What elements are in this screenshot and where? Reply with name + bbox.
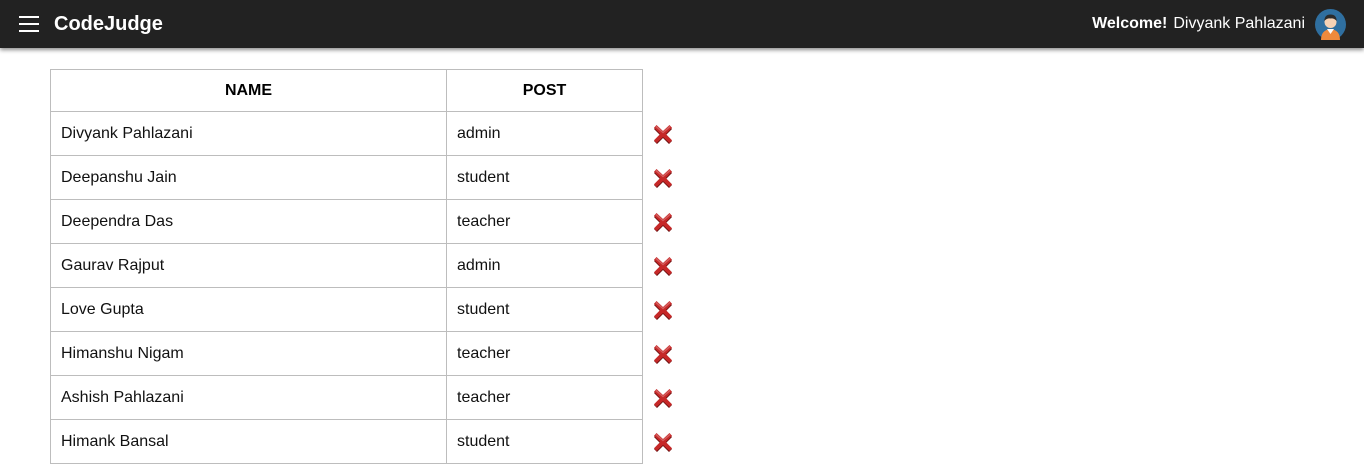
user-post-cell: teacher — [446, 199, 643, 244]
name-column-header: NAME — [50, 69, 447, 112]
table-row: Ashish Pahlazani teacher — [50, 375, 684, 420]
table-row: Divyank Pahlazani admin — [50, 111, 684, 156]
user-post-cell: admin — [446, 111, 643, 156]
user-name-cell: Love Gupta — [50, 287, 447, 332]
welcome-label: Welcome! — [1092, 15, 1168, 32]
user-post-cell: student — [446, 287, 643, 332]
users-panel: NAME POST Divyank Pahlazani admin Deepansh… — [50, 69, 684, 464]
table-row: Himank Bansal student — [50, 419, 684, 464]
user-name-cell: Himanshu Nigam — [50, 331, 447, 376]
action-column-header — [643, 70, 684, 112]
delete-user-button[interactable] — [653, 256, 673, 276]
user-post-cell: teacher — [446, 375, 643, 420]
user-name-cell: Deepanshu Jain — [50, 155, 447, 200]
delete-cell — [643, 244, 684, 288]
delete-user-button[interactable] — [653, 124, 673, 144]
delete-cell — [643, 112, 684, 156]
delete-user-button[interactable] — [653, 344, 673, 364]
delete-cell — [643, 200, 684, 244]
delete-user-button[interactable] — [653, 388, 673, 408]
user-name-cell: Divyank Pahlazani — [50, 111, 447, 156]
post-column-header: POST — [446, 69, 643, 112]
user-name-cell: Gaurav Rajput — [50, 243, 447, 288]
delete-cell — [643, 288, 684, 332]
delete-user-button[interactable] — [653, 432, 673, 452]
table-row: Deepanshu Jain student — [50, 155, 684, 200]
user-name: Divyank Pahlazani — [1173, 15, 1305, 32]
table-row: Gaurav Rajput admin — [50, 243, 684, 288]
brand-title[interactable]: CodeJudge — [54, 12, 163, 36]
user-post-cell: student — [446, 155, 643, 200]
hamburger-menu-icon[interactable] — [18, 14, 40, 34]
delete-cell — [643, 332, 684, 376]
delete-user-button[interactable] — [653, 212, 673, 232]
delete-cell — [643, 420, 684, 464]
table-row: Deependra Das teacher — [50, 199, 684, 244]
user-name-cell: Ashish Pahlazani — [50, 375, 447, 420]
table-row: Love Gupta student — [50, 287, 684, 332]
user-avatar-icon[interactable] — [1315, 9, 1346, 40]
table-row: Himanshu Nigam teacher — [50, 331, 684, 376]
delete-cell — [643, 376, 684, 420]
user-name-cell: Deependra Das — [50, 199, 447, 244]
delete-user-button[interactable] — [653, 168, 673, 188]
users-table: NAME POST Divyank Pahlazani admin Deepansh… — [50, 69, 684, 464]
user-post-cell: student — [446, 419, 643, 464]
delete-cell — [643, 156, 684, 200]
top-navbar: CodeJudge Welcome! Divyank Pahlazani — [0, 0, 1364, 48]
delete-user-button[interactable] — [653, 300, 673, 320]
user-name-cell: Himank Bansal — [50, 419, 447, 464]
user-post-cell: teacher — [446, 331, 643, 376]
user-post-cell: admin — [446, 243, 643, 288]
welcome-message: Welcome! Divyank Pahlazani — [1092, 13, 1305, 35]
table-header-row: NAME POST — [50, 69, 684, 112]
